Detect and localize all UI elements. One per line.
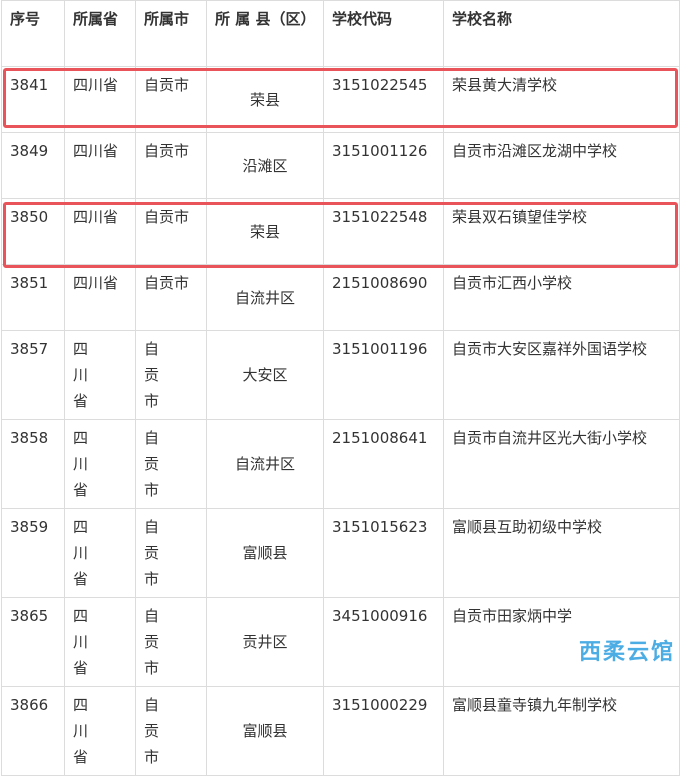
- cell-name: 富顺县互助初级中学校: [443, 508, 680, 598]
- cell-province: 四川省: [64, 597, 136, 687]
- cell-code: 3451000916: [323, 597, 444, 687]
- cell-code: 2151008641: [323, 419, 444, 509]
- cell-county: 富顺县: [206, 508, 324, 598]
- cell-county: 自流井区: [206, 419, 324, 509]
- cell-city: 自贡市: [135, 597, 207, 687]
- cell-code: 3151001126: [323, 132, 444, 199]
- cell-county: 荣县: [206, 66, 324, 133]
- header-name: 学校名称: [443, 0, 680, 67]
- cell-code: 3151015623: [323, 508, 444, 598]
- cell-code: 3151000229: [323, 686, 444, 776]
- cell-province: 四川省: [64, 330, 136, 420]
- table-row: 3851 四川省 自贡市 自流井区 2151008690 自贡市汇西小学校: [1, 264, 680, 331]
- header-province: 所属省: [64, 0, 136, 67]
- cell-city: 自贡市: [135, 686, 207, 776]
- cell-county: 荣县: [206, 198, 324, 265]
- cell-province: 四川省: [64, 198, 136, 265]
- table-row: 3858 四川省 自贡市 自流井区 2151008641 自贡市自流井区光大街小学校: [1, 419, 680, 509]
- cell-city: 自贡市: [135, 198, 207, 265]
- table-row: 3865 四川省 自贡市 贡井区 3451000916 自贡市田家炳中学: [1, 597, 680, 687]
- header-code: 学校代码: [323, 0, 444, 67]
- cell-city: 自贡市: [135, 264, 207, 331]
- cell-city: 自贡市: [135, 419, 207, 509]
- cell-name: 荣县双石镇望佳学校: [443, 198, 680, 265]
- cell-name: 自贡市汇西小学校: [443, 264, 680, 331]
- cell-province: 四川省: [64, 508, 136, 598]
- table-row: 3859 四川省 自贡市 富顺县 3151015623 富顺县互助初级中学校: [1, 508, 680, 598]
- cell-code: 3151022545: [323, 66, 444, 133]
- table-row: 3850 四川省 自贡市 荣县 3151022548 荣县双石镇望佳学校: [1, 198, 680, 265]
- cell-code: 3151001196: [323, 330, 444, 420]
- cell-code: 2151008690: [323, 264, 444, 331]
- cell-province: 四川省: [64, 66, 136, 133]
- cell-county: 沿滩区: [206, 132, 324, 199]
- cell-city: 自贡市: [135, 508, 207, 598]
- header-county: 所 属 县（区）: [206, 0, 324, 67]
- cell-county: 富顺县: [206, 686, 324, 776]
- table-row: 3841 四川省 自贡市 荣县 3151022545 荣县黄大清学校: [1, 66, 680, 133]
- header-no: 序号: [1, 0, 65, 67]
- cell-no: 3851: [1, 264, 65, 331]
- header-row: 序号 所属省 所属市 所 属 县（区） 学校代码 学校名称: [1, 0, 680, 67]
- cell-no: 3850: [1, 198, 65, 265]
- cell-county: 大安区: [206, 330, 324, 420]
- cell-no: 3865: [1, 597, 65, 687]
- cell-no: 3857: [1, 330, 65, 420]
- cell-city: 自贡市: [135, 330, 207, 420]
- cell-name: 自贡市沿滩区龙湖中学校: [443, 132, 680, 199]
- watermark-logo: 西柔云馆: [578, 640, 675, 665]
- cell-code: 3151022548: [323, 198, 444, 265]
- cell-county: 贡井区: [206, 597, 324, 687]
- cell-no: 3849: [1, 132, 65, 199]
- cell-name: 自贡市自流井区光大街小学校: [443, 419, 680, 509]
- table-row: 3866 四川省 自贡市 富顺县 3151000229 富顺县童寺镇九年制学校: [1, 686, 680, 776]
- cell-city: 自贡市: [135, 66, 207, 133]
- cell-city: 自贡市: [135, 132, 207, 199]
- cell-province: 四川省: [64, 264, 136, 331]
- cell-no: 3866: [1, 686, 65, 776]
- cell-no: 3859: [1, 508, 65, 598]
- cell-name: 富顺县童寺镇九年制学校: [443, 686, 680, 776]
- cell-no: 3841: [1, 66, 65, 133]
- cell-province: 四川省: [64, 132, 136, 199]
- cell-province: 四川省: [64, 686, 136, 776]
- cell-county: 自流井区: [206, 264, 324, 331]
- table-row: 3857 四川省 自贡市 大安区 3151001196 自贡市大安区嘉祥外国语学校: [1, 330, 680, 420]
- table-row: 3849 四川省 自贡市 沿滩区 3151001126 自贡市沿滩区龙湖中学校: [1, 132, 680, 199]
- header-city: 所属市: [135, 0, 207, 67]
- cell-name: 荣县黄大清学校: [443, 66, 680, 133]
- cell-province: 四川省: [64, 419, 136, 509]
- cell-no: 3858: [1, 419, 65, 509]
- cell-name: 自贡市大安区嘉祥外国语学校: [443, 330, 680, 420]
